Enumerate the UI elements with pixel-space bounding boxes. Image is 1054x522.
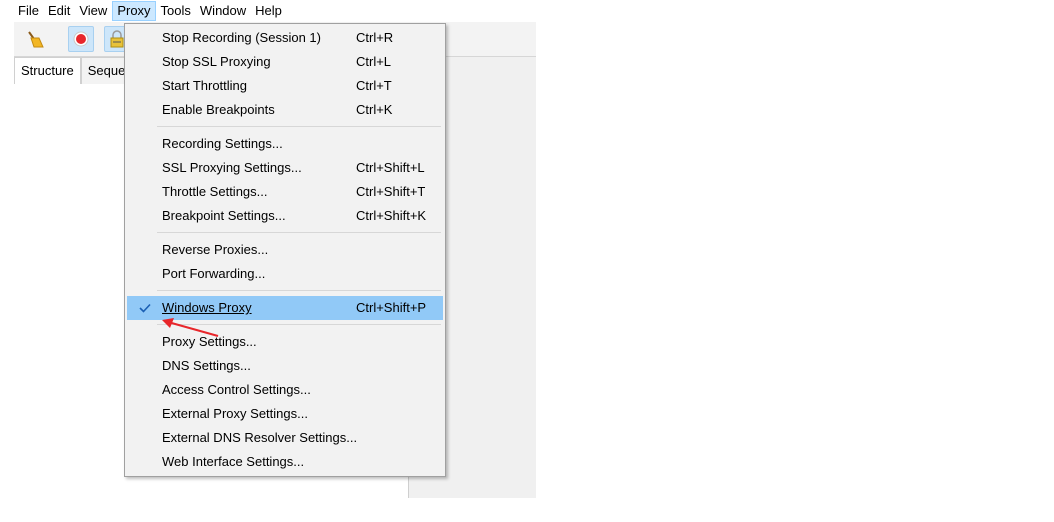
tab-structure[interactable]: Structure: [14, 57, 81, 84]
menu-item-web-interface-settings[interactable]: Web Interface Settings...: [127, 450, 443, 474]
record-icon[interactable]: [68, 26, 94, 52]
menu-separator: [157, 126, 441, 127]
menu-window[interactable]: Window: [196, 1, 250, 21]
menu-item-label: External Proxy Settings...: [162, 406, 308, 421]
menu-item-shortcut: Ctrl+Shift+P: [356, 300, 427, 315]
menu-item-stop-ssl-proxying[interactable]: Stop SSL Proxying Ctrl+L: [127, 50, 443, 74]
menu-item-shortcut: Ctrl+R: [356, 30, 394, 45]
menu-item-stop-recording[interactable]: Stop Recording (Session 1) Ctrl+R: [127, 26, 443, 50]
menu-item-label: Stop SSL Proxying: [162, 54, 271, 69]
menu-item-label: Enable Breakpoints: [162, 102, 275, 117]
menu-item-start-throttling[interactable]: Start Throttling Ctrl+T: [127, 74, 443, 98]
menu-item-breakpoint-settings[interactable]: Breakpoint Settings... Ctrl+Shift+K: [127, 204, 443, 228]
annotation-arrow-icon: [162, 318, 219, 337]
menu-item-label: Port Forwarding...: [162, 266, 266, 281]
menu-item-label: Reverse Proxies...: [162, 242, 269, 257]
view-tabs: Structure Seque: [14, 57, 133, 85]
menu-separator: [157, 232, 441, 233]
menu-item-reverse-proxies[interactable]: Reverse Proxies...: [127, 238, 443, 262]
menu-file[interactable]: File: [14, 1, 43, 21]
menu-item-label: External DNS Resolver Settings...: [162, 430, 358, 445]
menu-view[interactable]: View: [75, 1, 111, 21]
menu-item-enable-breakpoints[interactable]: Enable Breakpoints Ctrl+K: [127, 98, 443, 122]
menu-item-shortcut: Ctrl+Shift+L: [356, 160, 425, 175]
menu-item-shortcut: Ctrl+K: [356, 102, 393, 117]
menu-item-label: Recording Settings...: [162, 136, 283, 151]
menu-item-label: Throttle Settings...: [162, 184, 268, 199]
menu-item-shortcut: Ctrl+L: [356, 54, 392, 69]
menu-item-label: Web Interface Settings...: [162, 454, 305, 469]
menu-edit[interactable]: Edit: [44, 1, 74, 21]
menu-item-external-proxy-settings[interactable]: External Proxy Settings...: [127, 402, 443, 426]
proxy-menu-dropdown: Stop Recording (Session 1) Ctrl+R Stop S…: [124, 23, 446, 477]
menu-item-shortcut: Ctrl+Shift+K: [356, 208, 427, 223]
menu-bar: File Edit View Proxy Tools Window Help: [14, 0, 287, 22]
menu-proxy[interactable]: Proxy: [112, 1, 156, 21]
menu-item-external-dns-resolver-settings[interactable]: External DNS Resolver Settings...: [127, 426, 443, 450]
menu-help[interactable]: Help: [251, 1, 286, 21]
menu-item-label: DNS Settings...: [162, 358, 251, 373]
menu-item-port-forwarding[interactable]: Port Forwarding...: [127, 262, 443, 286]
menu-item-shortcut: Ctrl+Shift+T: [356, 184, 426, 199]
menu-item-label: Start Throttling: [162, 78, 248, 93]
menu-item-ssl-proxying-settings[interactable]: SSL Proxying Settings... Ctrl+Shift+L: [127, 156, 443, 180]
menu-separator: [157, 290, 441, 291]
menu-item-access-control-settings[interactable]: Access Control Settings...: [127, 378, 443, 402]
menu-item-dns-settings[interactable]: DNS Settings...: [127, 354, 443, 378]
menu-item-label: Access Control Settings...: [162, 382, 311, 397]
menu-tools[interactable]: Tools: [157, 1, 195, 21]
menu-item-label: Breakpoint Settings...: [162, 208, 286, 223]
broom-icon[interactable]: [22, 26, 48, 52]
menu-item-label: Stop Recording (Session 1): [162, 30, 321, 45]
menu-item-shortcut: Ctrl+T: [356, 78, 392, 93]
menu-item-throttle-settings[interactable]: Throttle Settings... Ctrl+Shift+T: [127, 180, 443, 204]
menu-item-recording-settings[interactable]: Recording Settings...: [127, 132, 443, 156]
menu-item-label: SSL Proxying Settings...: [162, 160, 302, 175]
